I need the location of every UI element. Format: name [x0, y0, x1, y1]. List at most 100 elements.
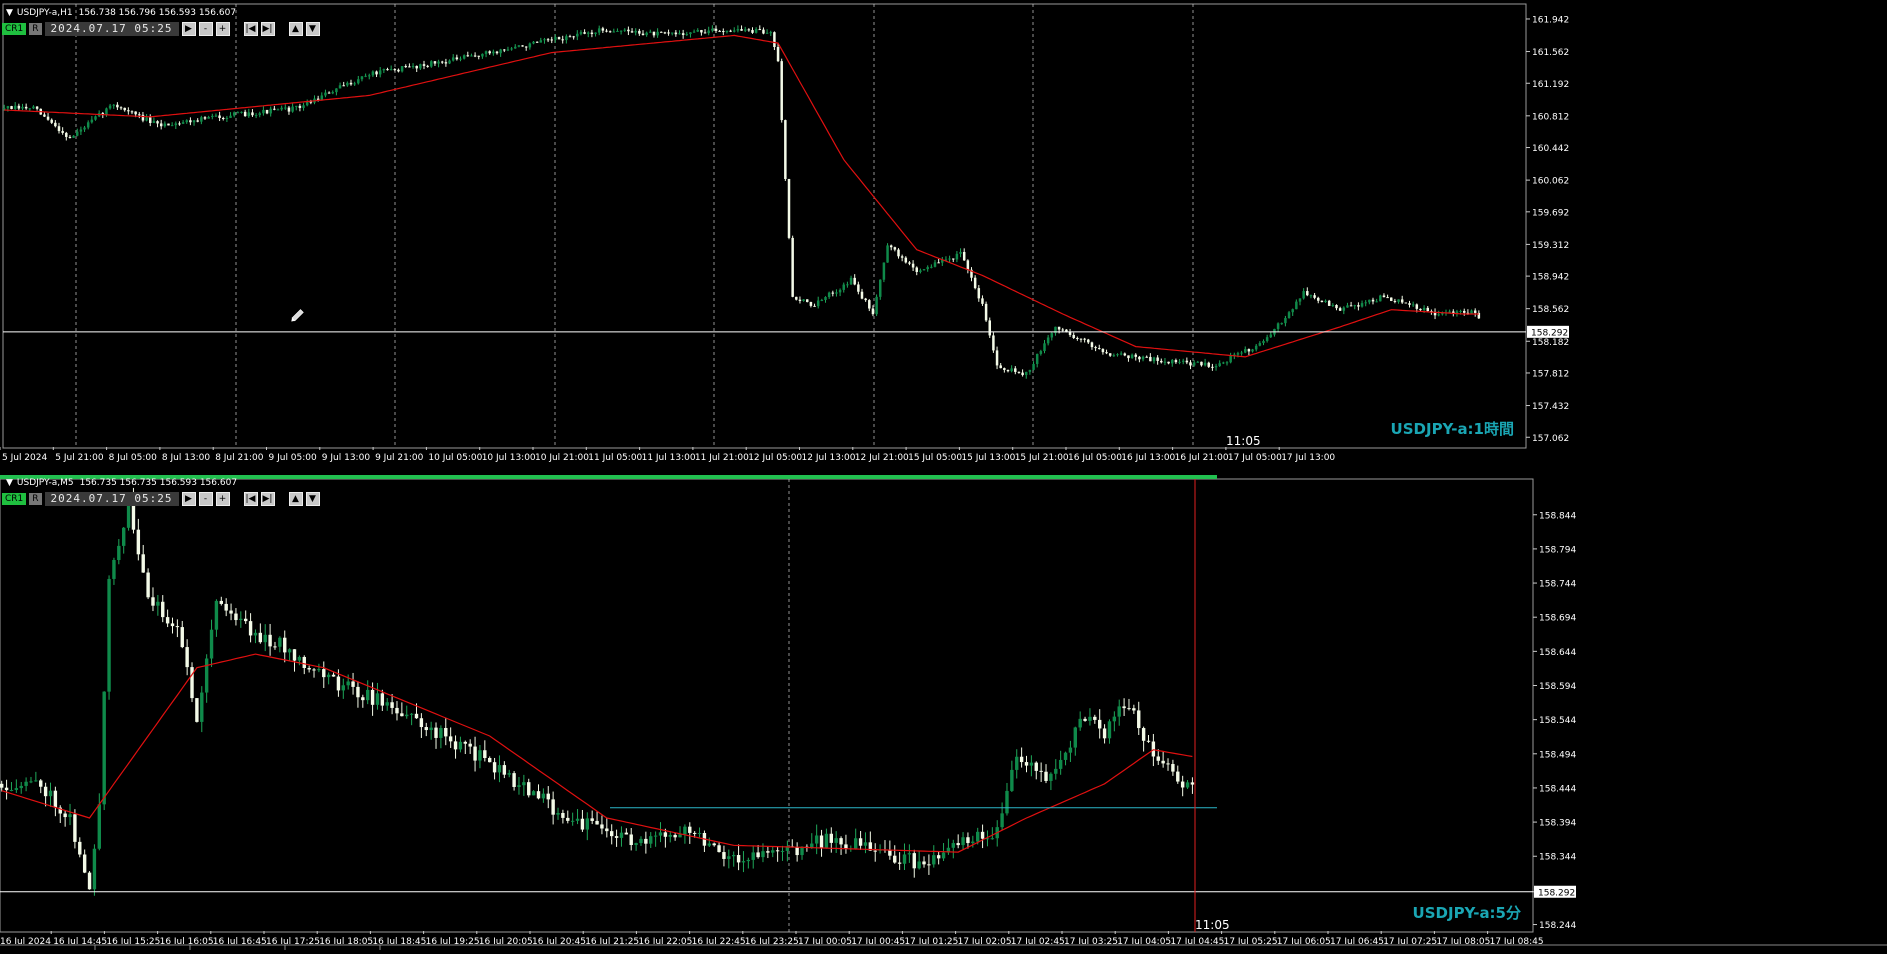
candle-body — [775, 850, 780, 852]
play-icon[interactable]: ▶ — [181, 22, 196, 36]
h1-chart-canvas[interactable]: 161.942 161.562 161.192 160.812 160.442 160.0… — [0, 0, 1887, 473]
candle-body — [561, 812, 565, 818]
candle-body — [765, 32, 769, 34]
candle-body — [981, 298, 984, 304]
candle-body — [1185, 782, 1190, 788]
candle-body — [863, 842, 868, 846]
first-bar-icon[interactable]: |◀ — [243, 492, 258, 506]
candle-body — [561, 39, 564, 41]
candle-body — [1132, 708, 1136, 711]
candle-body — [795, 296, 798, 300]
h1-date-field[interactable]: 2024.07.17 05:25 — [44, 22, 179, 36]
candle — [473, 736, 477, 772]
price-tick-label: 158.942 — [1532, 273, 1569, 283]
candle — [322, 661, 326, 688]
candle — [468, 739, 472, 754]
h1-symbol: USDJPY-a,H1 — [16, 8, 73, 18]
candle-body — [824, 833, 829, 848]
candle — [430, 60, 433, 68]
candle-body — [1160, 360, 1163, 363]
price-tick-label: 158.694 — [1539, 614, 1576, 624]
candle-body — [32, 106, 35, 109]
candle-body — [1163, 361, 1167, 363]
candle-body — [697, 832, 702, 834]
candle-body — [386, 69, 389, 71]
candle-body — [1068, 747, 1073, 753]
chart-window-h1[interactable]: 161.942 161.562 161.192 160.812 160.442 160.0… — [0, 0, 1887, 473]
candle-body — [1167, 361, 1170, 364]
candle — [787, 178, 791, 240]
candle-body — [959, 251, 962, 254]
candle — [1473, 308, 1477, 317]
time-tick-label: 16 Jul 05:00 — [1068, 453, 1122, 463]
plus-icon[interactable]: + — [215, 22, 230, 36]
candle — [192, 119, 196, 126]
candle — [619, 826, 624, 847]
candle-body — [1422, 307, 1426, 311]
candle — [727, 849, 731, 869]
h1-header: ▼ USDJPY-a,H1 156.738 156.796 156.593 156.… — [6, 8, 236, 18]
candle-body — [341, 685, 345, 691]
down-icon[interactable]: ▼ — [305, 492, 320, 506]
candle-body — [595, 820, 599, 825]
price-tick-label: 158.644 — [1539, 648, 1576, 658]
first-bar-icon[interactable]: |◀ — [243, 22, 258, 36]
candle-body — [692, 832, 697, 834]
candle-body — [200, 692, 204, 722]
candle-body — [952, 258, 955, 260]
candle — [1386, 294, 1389, 299]
price-tick-label: 158.544 — [1539, 716, 1576, 726]
last-bar-icon[interactable]: ▶| — [260, 22, 275, 36]
minus-icon[interactable]: - — [198, 492, 213, 506]
candle-body — [1025, 371, 1028, 376]
plus-icon[interactable]: + — [215, 492, 230, 506]
candle — [714, 25, 718, 34]
candle — [495, 50, 499, 55]
price-tick-label: 157.432 — [1532, 402, 1569, 412]
collapse-triangle-icon[interactable]: ▼ — [6, 8, 13, 18]
candle — [1327, 299, 1331, 306]
h1-cr1-badge[interactable]: CR1 — [2, 23, 27, 35]
candle-body — [1178, 361, 1181, 363]
candle-body — [756, 852, 760, 858]
m5-r-badge[interactable]: R — [29, 493, 42, 505]
candle-body — [185, 647, 189, 668]
play-icon[interactable]: ▶ — [181, 492, 196, 506]
candle — [561, 35, 564, 44]
candle — [711, 25, 714, 33]
candle — [512, 771, 516, 791]
candle-body — [312, 669, 316, 671]
m5-date-field[interactable]: 2024.07.17 05:25 — [44, 492, 179, 506]
candle-body — [488, 757, 492, 763]
m5-chart-canvas[interactable]: 158.844 158.794 158.744 158.694 158.644 158.5… — [0, 475, 1887, 950]
candle-body — [1214, 366, 1218, 368]
h1-r-badge[interactable]: R — [29, 23, 42, 35]
minus-icon[interactable]: - — [198, 22, 213, 36]
candle-body — [1404, 302, 1408, 304]
down-icon[interactable]: ▼ — [305, 22, 320, 36]
candle — [1039, 762, 1043, 782]
candle-body — [922, 269, 926, 271]
candle — [119, 106, 123, 110]
up-icon[interactable]: ▲ — [288, 22, 303, 36]
chart-window-m5[interactable]: 158.844 158.794 158.744 158.694 158.644 158.5… — [0, 475, 1887, 950]
bottom-tabs-strip[interactable] — [0, 944, 1887, 950]
candle-body — [951, 843, 955, 848]
candle-body — [458, 741, 463, 750]
candle-body — [897, 862, 902, 864]
collapse-triangle-icon[interactable]: ▼ — [6, 478, 13, 488]
candle-body — [683, 826, 687, 835]
candle-body — [1156, 756, 1160, 761]
up-icon[interactable]: ▲ — [288, 492, 303, 506]
m5-cr1-badge[interactable]: CR1 — [2, 493, 27, 505]
candle-body — [1247, 349, 1251, 352]
candle-body — [926, 267, 929, 270]
last-bar-icon[interactable]: ▶| — [260, 492, 275, 506]
candle — [1068, 328, 1072, 337]
candle-body — [897, 249, 900, 257]
candle — [849, 275, 853, 285]
candle-body — [322, 669, 326, 678]
candle-body — [1134, 354, 1137, 357]
candle-body — [448, 736, 453, 742]
candle-body — [864, 298, 867, 301]
